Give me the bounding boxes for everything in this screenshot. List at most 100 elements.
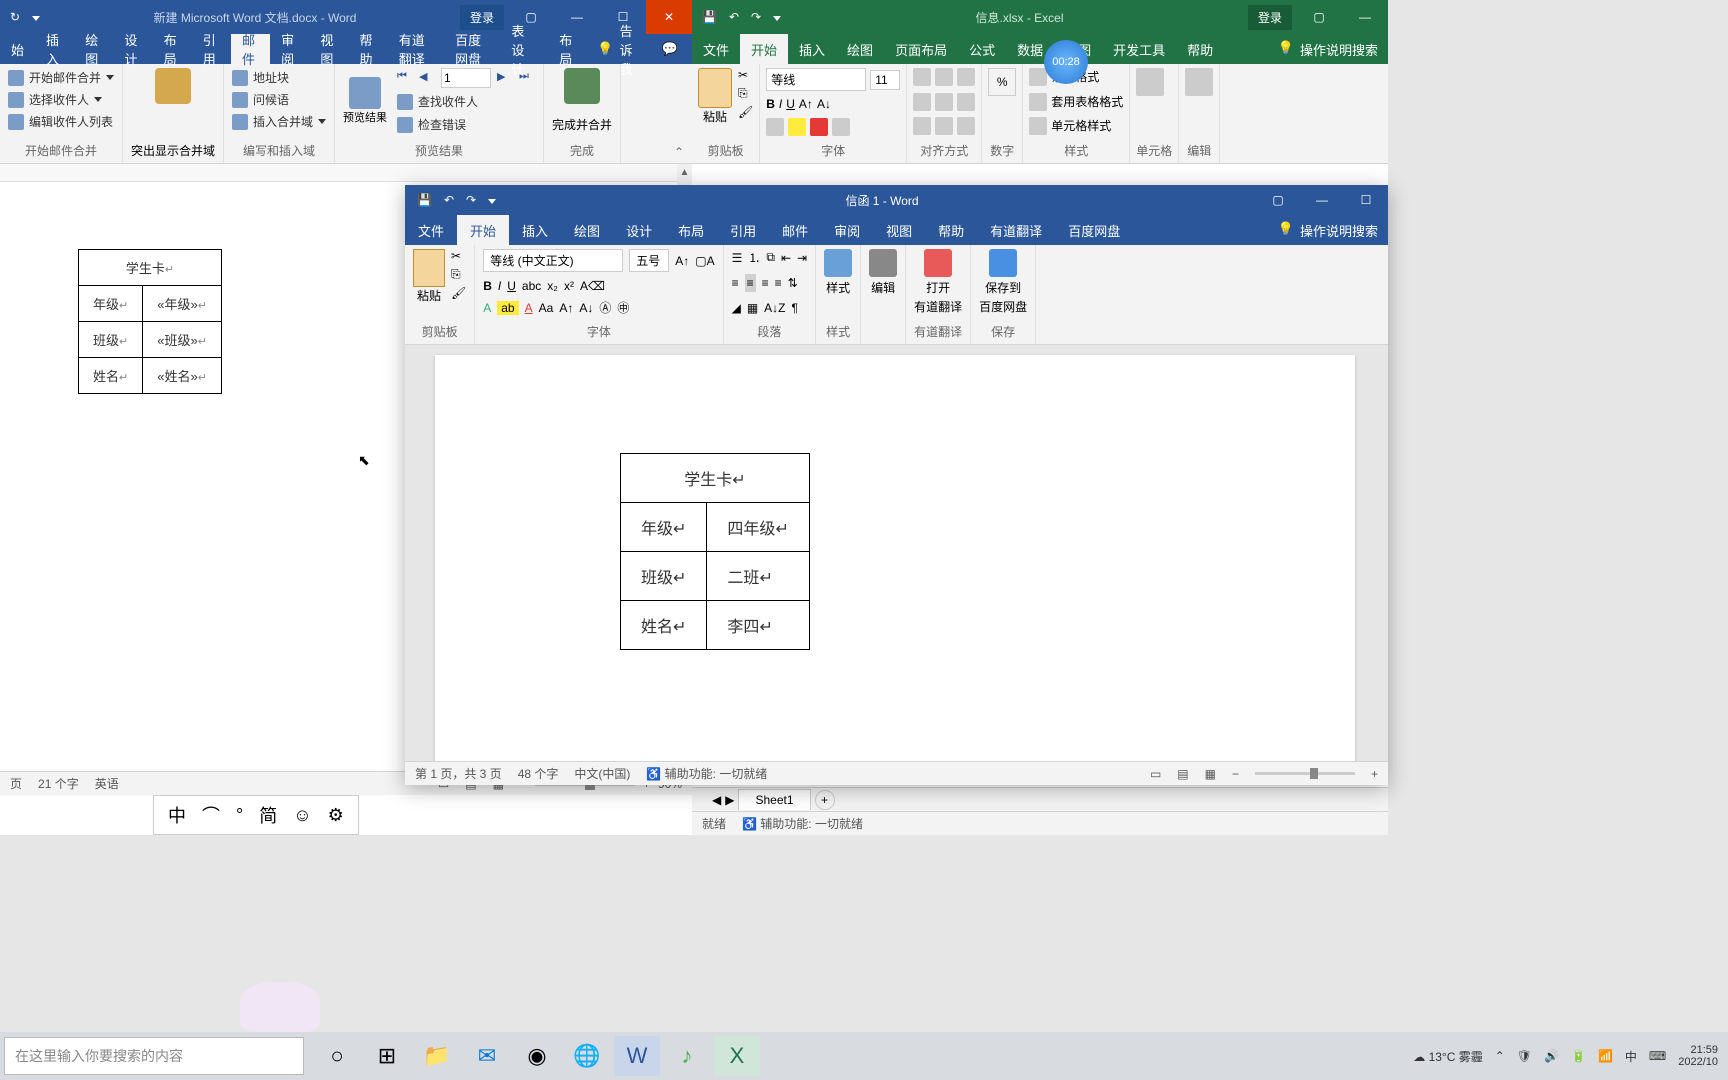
- font-grow-icon[interactable]: A↑: [675, 254, 689, 268]
- show-marks-icon[interactable]: ¶: [792, 301, 798, 315]
- tab-help[interactable]: 帮助: [1176, 34, 1224, 64]
- line-spacing-icon[interactable]: ⇅: [788, 276, 798, 290]
- cell-styles-button[interactable]: 单元格样式: [1029, 117, 1123, 135]
- bullets-icon[interactable]: ☰: [732, 251, 743, 265]
- greeting-line-button[interactable]: 问候语: [232, 90, 326, 109]
- align-justify-icon[interactable]: ≡: [775, 276, 782, 290]
- ime-moon-icon[interactable]: ⌒: [202, 802, 220, 828]
- enclose-icon[interactable]: ㊥: [617, 299, 629, 316]
- bold-button[interactable]: B: [766, 97, 775, 111]
- format-painter-icon[interactable]: 🖌: [451, 286, 466, 300]
- word-icon[interactable]: W: [614, 1036, 660, 1076]
- table-title[interactable]: 学生卡↵: [79, 250, 222, 286]
- ime-punct-icon[interactable]: °: [236, 805, 243, 826]
- status-access[interactable]: ♿ 辅助功能: 一切就绪: [646, 765, 767, 782]
- qat-dropdown-icon[interactable]: [32, 10, 40, 24]
- cortana-icon[interactable]: ○: [314, 1036, 360, 1076]
- tab-references[interactable]: 引用: [717, 215, 769, 245]
- row-name-val[interactable]: 李四↵: [707, 601, 809, 650]
- status-words[interactable]: 48 个字: [518, 765, 559, 782]
- record-number-input[interactable]: [441, 68, 491, 88]
- tab-insert[interactable]: 插入: [35, 34, 74, 64]
- row-name-key[interactable]: 姓名↵: [79, 358, 143, 394]
- first-record-icon[interactable]: ⏮: [397, 70, 413, 86]
- save-icon[interactable]: 💾: [417, 193, 432, 207]
- fill-color-icon[interactable]: [788, 118, 806, 136]
- taskbar-search[interactable]: 在这里输入你要搜索的内容: [4, 1037, 304, 1075]
- row-class-key[interactable]: 班级↵: [79, 322, 143, 358]
- align-middle-icon[interactable]: [935, 68, 953, 86]
- tab-mailings[interactable]: 邮件: [231, 34, 270, 64]
- bold-button[interactable]: B: [483, 279, 492, 293]
- cut-icon[interactable]: ✂: [738, 68, 753, 82]
- tab-layout2[interactable]: 布局: [548, 34, 587, 64]
- ime-emoji-icon[interactable]: ☺: [293, 805, 311, 826]
- maximize-icon[interactable]: ☐: [1344, 185, 1388, 215]
- align-right-icon[interactable]: [957, 93, 975, 111]
- ime-simp-icon[interactable]: 简: [259, 802, 277, 828]
- row-class-key[interactable]: 班级↵: [621, 552, 707, 601]
- tray-clock[interactable]: 21:59 2022/10: [1678, 1044, 1718, 1068]
- minimize-icon[interactable]: —: [1300, 185, 1344, 215]
- tray-keyboard-icon[interactable]: ⌨: [1649, 1049, 1666, 1063]
- font-shrink-icon[interactable]: A↓: [817, 97, 831, 111]
- status-words[interactable]: 21 个字: [38, 775, 79, 792]
- indent-dec-icon[interactable]: [913, 117, 931, 135]
- wrap-text-icon[interactable]: [957, 117, 975, 135]
- zoom-slider[interactable]: [1255, 772, 1355, 775]
- align-left-icon[interactable]: ≡: [732, 276, 739, 290]
- row-name-key[interactable]: 姓名↵: [621, 601, 707, 650]
- zoom-out-icon[interactable]: −: [1232, 767, 1239, 781]
- tab-draw[interactable]: 绘图: [74, 34, 113, 64]
- ribbon-display-icon[interactable]: ▢: [1296, 0, 1342, 34]
- font-color-icon[interactable]: [810, 118, 828, 136]
- tab-file[interactable]: 文件: [405, 215, 457, 245]
- undo-icon[interactable]: ↶: [444, 193, 454, 207]
- row-class-val[interactable]: «班级»↵: [143, 322, 222, 358]
- find-recipient-button[interactable]: 查找收件人: [397, 92, 535, 111]
- change-case-icon[interactable]: Aa: [539, 301, 554, 315]
- close-icon[interactable]: ✕: [646, 0, 692, 34]
- preview-results-icon[interactable]: [349, 77, 381, 109]
- row-grade-val[interactable]: «年级»↵: [143, 286, 222, 322]
- ribbon-display-icon[interactable]: ▢: [1256, 185, 1300, 215]
- subscript-icon[interactable]: x₂: [547, 279, 558, 293]
- ime-settings-icon[interactable]: ⚙: [328, 805, 344, 826]
- font-size-select[interactable]: 11: [870, 70, 900, 90]
- status-page[interactable]: 页: [10, 775, 22, 792]
- add-sheet-icon[interactable]: +: [815, 790, 835, 810]
- sheet-nav-prev-icon[interactable]: ◀: [712, 793, 721, 807]
- tray-ime[interactable]: 中: [1625, 1048, 1637, 1065]
- login-button[interactable]: 登录: [460, 5, 504, 30]
- tab-review[interactable]: 审阅: [821, 215, 873, 245]
- italic-button[interactable]: I: [498, 279, 501, 293]
- tab-file[interactable]: 文件: [692, 34, 740, 64]
- qat-dropdown-icon[interactable]: [488, 193, 496, 207]
- tab-view[interactable]: 视图: [309, 34, 348, 64]
- phonetic-icon[interactable]: [832, 118, 850, 136]
- row-grade-val[interactable]: 四年级↵: [707, 503, 809, 552]
- music-icon[interactable]: ♪: [664, 1036, 710, 1076]
- sheet-tab-1[interactable]: Sheet1: [738, 789, 810, 810]
- student-card-table-template[interactable]: 学生卡↵ 年级↵«年级»↵ 班级↵«班级»↵ 姓名↵«姓名»↵: [78, 249, 222, 394]
- find-icon[interactable]: [1185, 68, 1213, 96]
- tab-view[interactable]: 视图: [873, 215, 925, 245]
- insert-merge-field-button[interactable]: 插入合并域: [232, 112, 326, 131]
- indent-inc-icon[interactable]: [935, 117, 953, 135]
- tray-volume-icon[interactable]: 🔊: [1544, 1049, 1559, 1063]
- login-button[interactable]: 登录: [1248, 5, 1292, 30]
- tray-battery-icon[interactable]: 🔋: [1571, 1049, 1586, 1063]
- redo-icon[interactable]: ↷: [751, 10, 761, 24]
- weather-widget[interactable]: ☁ 13°C 雾霾: [1413, 1048, 1483, 1065]
- edit-button[interactable]: 编辑: [869, 249, 897, 296]
- tab-baidu[interactable]: 百度网盘: [444, 34, 500, 64]
- finish-merge-icon[interactable]: [564, 68, 600, 104]
- highlight-icon[interactable]: ab: [497, 301, 518, 315]
- ime-toolbar[interactable]: 中 ⌒ ° 简 ☺ ⚙: [153, 795, 359, 835]
- borders-icon[interactable]: ▦: [747, 301, 758, 315]
- table-title[interactable]: 学生卡↵: [621, 454, 810, 503]
- baidu-button[interactable]: 保存到 百度网盘: [979, 249, 1027, 315]
- tab-pagelayout[interactable]: 页面布局: [884, 34, 958, 64]
- tab-references[interactable]: 引用: [192, 34, 231, 64]
- status-lang[interactable]: 英语: [95, 775, 119, 792]
